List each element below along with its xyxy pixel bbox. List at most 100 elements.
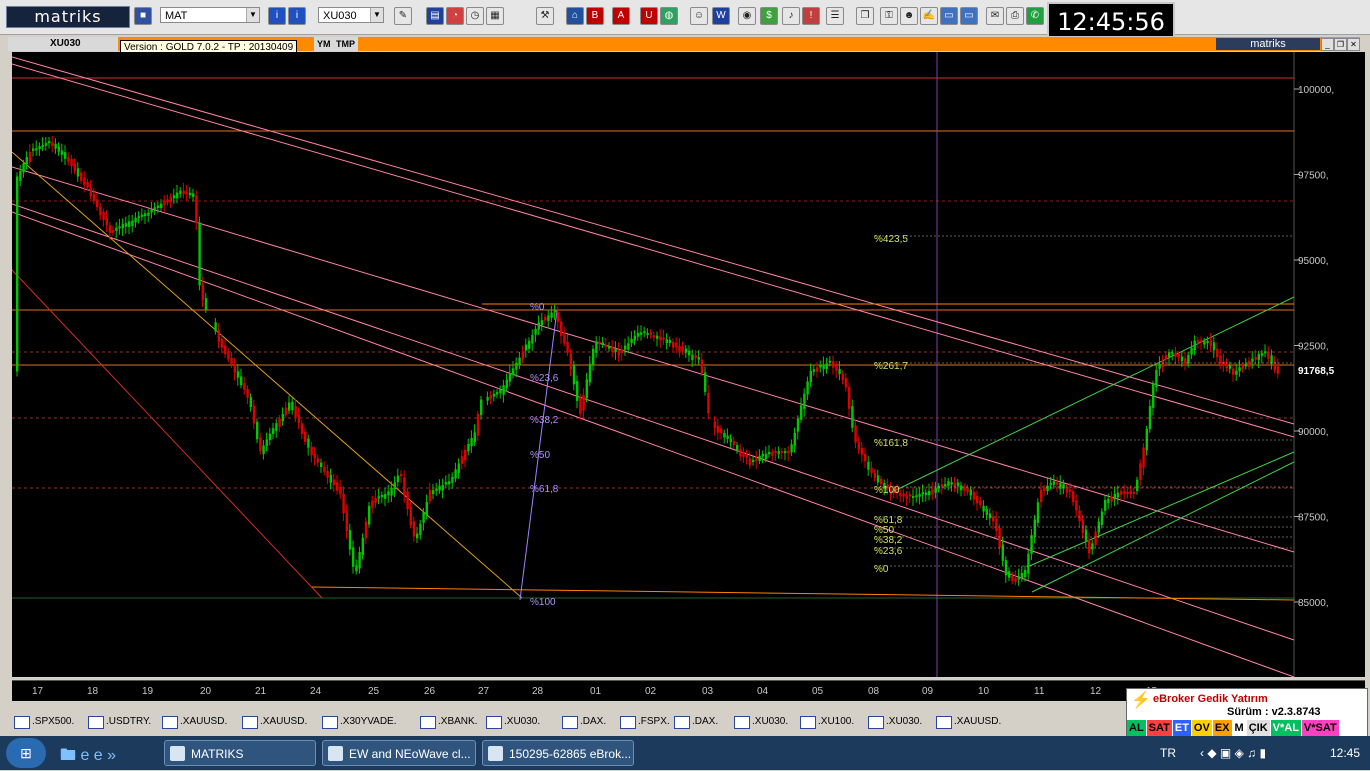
table-icon[interactable]: ▦ — [486, 7, 504, 25]
candle-body — [726, 435, 729, 439]
ebroker-btn-v-sat[interactable]: V*SAT — [1301, 720, 1339, 736]
tag-tmp[interactable]: TMP — [333, 37, 358, 51]
fib-label: %50 — [530, 450, 550, 461]
candle-body — [265, 439, 268, 447]
ebroker-btn-sat[interactable]: SAT — [1146, 720, 1172, 736]
candle-body — [566, 341, 569, 353]
ebroker-btn-et[interactable]: ET — [1172, 720, 1191, 736]
start-button[interactable]: ⊞ — [6, 738, 46, 768]
eye-icon[interactable]: ◉ — [738, 7, 756, 25]
key-icon[interactable]: ⚿ — [880, 7, 898, 25]
chart-icon[interactable]: ▤ — [426, 7, 444, 25]
gauge-icon[interactable]: ◷ — [466, 7, 484, 25]
candle-body — [1084, 529, 1088, 541]
symbol-chip[interactable]: .XU030. — [866, 715, 922, 729]
ebroker-btn-al[interactable]: AL — [1127, 720, 1146, 736]
tag-ym[interactable]: YM — [314, 37, 334, 51]
printer-icon[interactable]: ⎙ — [1006, 7, 1024, 25]
candle-body — [377, 496, 380, 499]
candle-body — [1174, 353, 1177, 357]
symbol-chip[interactable]: .DAX. — [560, 715, 606, 729]
chart-icon — [88, 716, 104, 729]
symbol-chip[interactable]: .XAUUSD. — [160, 715, 227, 729]
symbol-chip-label: .SPX500. — [32, 716, 75, 727]
close-icon[interactable]: ✕ — [1347, 38, 1360, 51]
price-chart[interactable]: 100000, 97500, 95000, 92500, 90000, 87500, 850… — [11, 52, 1365, 678]
money-icon[interactable]: $ — [760, 7, 778, 25]
pie-icon[interactable]: ◔ — [446, 7, 464, 25]
symbol-chip[interactable]: .FSPX. — [618, 715, 670, 729]
list-icon[interactable]: ☰ — [826, 7, 844, 25]
tray-icons[interactable]: ‹ ◆ ▣ ◈ ♫ ▮ — [1200, 736, 1266, 770]
windows-icon[interactable]: ❐ — [856, 7, 874, 25]
symbol-chip[interactable]: .XAUUSD. — [934, 715, 1001, 729]
candle-body — [934, 488, 937, 493]
chat-icon[interactable]: ✆ — [1026, 7, 1044, 25]
candle-body — [512, 368, 515, 375]
date-tick-label: 04 — [757, 686, 769, 697]
language-indicator[interactable]: TR — [1160, 736, 1176, 770]
tools-icon[interactable]: ⚒ — [536, 7, 554, 25]
candle-body — [835, 365, 838, 371]
candle-body — [451, 476, 454, 483]
ebroker-btn-cik[interactable]: ÇIK — [1246, 720, 1270, 736]
candle-body — [348, 530, 352, 550]
quicklaunch-icons[interactable]: 🖿 e e » — [60, 744, 130, 764]
pencil-icon[interactable]: ✎ — [394, 7, 412, 25]
symbol-chip[interactable]: .DAX. — [672, 715, 718, 729]
alarm-icon[interactable]: ! — [802, 7, 820, 25]
symbol-chip[interactable]: .XU100. — [798, 715, 854, 729]
candle-body — [979, 500, 982, 506]
people-icon[interactable]: ☺ — [690, 7, 708, 25]
minimize-icon[interactable]: _ — [1321, 38, 1334, 51]
symbol-chip[interactable]: .XU030. — [732, 715, 788, 729]
template-combo[interactable]: MAT ▼ — [160, 7, 260, 23]
ebroker-btn-v-al[interactable]: V*AL — [1270, 720, 1301, 736]
w-icon[interactable]: W — [712, 7, 730, 25]
last-price-label: 91768,5 — [1298, 366, 1335, 377]
b-icon[interactable]: B — [586, 7, 604, 25]
ebroker-btn-m[interactable]: M — [1232, 720, 1246, 736]
candle-body — [182, 190, 185, 195]
symbol-chip[interactable]: .USDTRY. — [86, 715, 151, 729]
symbol-chip[interactable]: .SPX500. — [12, 715, 74, 729]
monitor-icon[interactable]: ▭ — [960, 7, 978, 25]
symbol-chip[interactable]: .XBANK. — [418, 715, 477, 729]
bell-icon[interactable]: ♪ — [782, 7, 800, 25]
candle-body — [403, 477, 406, 496]
symbol-combo[interactable]: XU030 ▼ — [318, 7, 384, 23]
candle-body — [67, 157, 70, 162]
ebroker-btn-ov[interactable]: OV — [1191, 720, 1212, 736]
candle-body — [89, 187, 92, 196]
a-icon[interactable]: A — [612, 7, 630, 25]
chart-svg[interactable]: 100000, 97500, 95000, 92500, 90000, 87500, 850… — [11, 52, 1365, 678]
maximize-icon[interactable]: ❐ — [1334, 38, 1347, 51]
user-icon[interactable]: ☻ — [900, 7, 918, 25]
matriks-logo: matriks — [6, 6, 130, 28]
u-icon[interactable]: U — [640, 7, 658, 25]
candle-body — [163, 200, 166, 205]
task-ebroker[interactable]: 150295-62865 eBrok... — [482, 740, 634, 766]
task-matriks[interactable]: MATRIKS — [164, 740, 316, 766]
task-browser[interactable]: EW and NEoWave cl... — [322, 740, 476, 766]
info-icon[interactable]: i — [268, 7, 286, 25]
candle-body — [1129, 490, 1132, 495]
save-icon[interactable]: ■ — [134, 7, 152, 25]
candle-body — [1260, 353, 1264, 356]
building-icon[interactable]: ⌂ — [566, 7, 584, 25]
candle-body — [592, 348, 595, 365]
window-icon[interactable]: ▭ — [940, 7, 958, 25]
candle-body — [620, 349, 624, 354]
chart-icon — [800, 716, 816, 729]
help-icon[interactable]: i — [288, 7, 306, 25]
symbol-chip[interactable]: .XU030. — [484, 715, 540, 729]
symbol-chip[interactable]: .XAUUSD. — [240, 715, 307, 729]
mail-icon[interactable]: ✉ — [986, 7, 1004, 25]
symbol-chip[interactable]: .X30YVADE. — [320, 715, 397, 729]
candle-body — [841, 374, 844, 381]
candle-body — [1104, 499, 1107, 511]
edit-icon[interactable]: ✍ — [920, 7, 938, 25]
ebroker-btn-ex[interactable]: EX — [1212, 720, 1232, 736]
candle-body — [684, 348, 688, 353]
globe-icon[interactable]: ◍ — [660, 7, 678, 25]
